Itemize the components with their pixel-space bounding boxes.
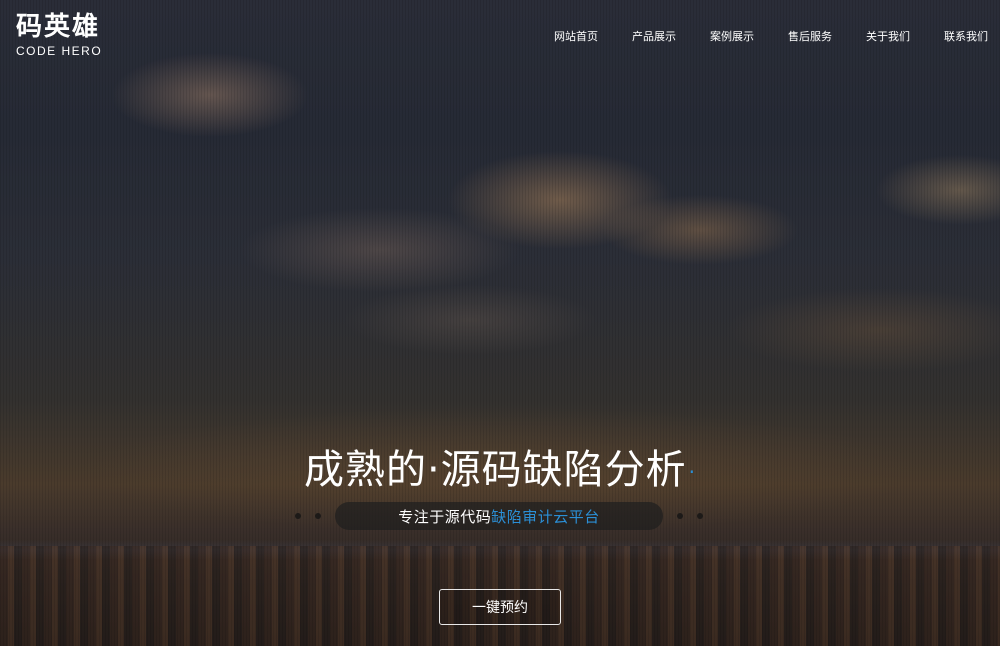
subtitle-pill: 专注于源代码 缺陷审计云平台 (335, 502, 663, 530)
hero-banner: 码英雄 CODE HERO 网站首页 产品展示 案例展示 售后服务 关于我们 联… (0, 0, 1000, 646)
logo-chinese-text: 码英雄 (16, 12, 101, 42)
nav-item-home[interactable]: 网站首页 (554, 28, 598, 44)
nav-item-contact[interactable]: 联系我们 (944, 28, 988, 44)
decor-dot (677, 513, 683, 519)
book-now-button[interactable]: 一键预约 (439, 589, 561, 625)
main-nav: 网站首页 产品展示 案例展示 售后服务 关于我们 联系我们 (537, 28, 1000, 44)
hero-headline-text: 成熟的·源码缺陷分析 (303, 447, 687, 493)
nav-item-cases[interactable]: 案例展示 (710, 28, 754, 44)
nav-item-products[interactable]: 产品展示 (632, 28, 676, 44)
subtitle-plain-text: 专注于源代码 (398, 507, 492, 526)
nav-item-about[interactable]: 关于我们 (866, 28, 910, 44)
nav-item-service[interactable]: 售后服务 (788, 28, 832, 44)
hero-subtitle: 专注于源代码 缺陷审计云平台 (295, 502, 705, 530)
subtitle-accent-text: 缺陷审计云平台 (491, 507, 600, 526)
decor-dot (315, 513, 321, 519)
logo-english-text: CODE HERO (16, 44, 103, 58)
headline-accent-dot: · (688, 460, 697, 484)
hero-headline: 成熟的·源码缺陷分析 · (0, 437, 1000, 495)
decor-dot (697, 513, 703, 519)
decor-dot (295, 513, 301, 519)
site-logo[interactable]: 码英雄 CODE HERO (16, 12, 102, 58)
